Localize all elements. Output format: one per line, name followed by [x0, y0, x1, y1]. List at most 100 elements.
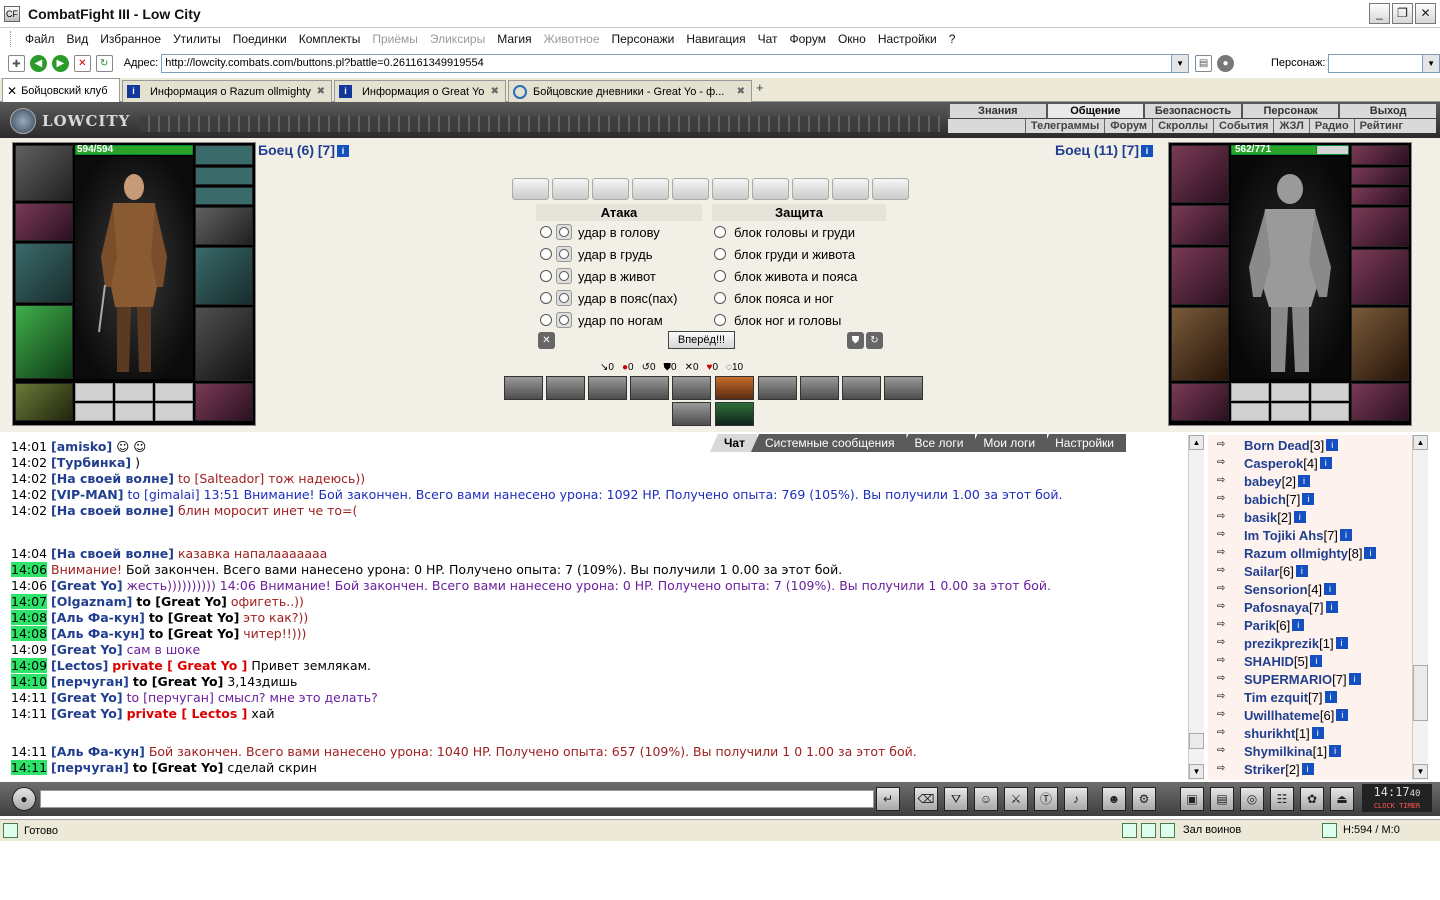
chat-nick[interactable]: [Olgaznam]: [51, 594, 132, 609]
gloves-slot[interactable]: [1351, 207, 1409, 247]
menu-item[interactable]: Файл: [19, 32, 61, 46]
tab-diaries[interactable]: Бойцовские дневники - Great Yo - ф... ✖: [508, 80, 752, 102]
shield-slot[interactable]: [1351, 249, 1409, 305]
translit-icon[interactable]: Ⓣ: [1034, 787, 1058, 811]
persona-select[interactable]: [1328, 53, 1424, 73]
leggings-slot[interactable]: [1351, 307, 1409, 381]
radio-alt-icon[interactable]: [556, 246, 572, 262]
info-icon[interactable]: i: [1364, 547, 1377, 559]
trick-slot[interactable]: [672, 402, 711, 426]
scroll-slot[interactable]: [752, 178, 789, 200]
empty-slot[interactable]: [115, 403, 153, 421]
menu-item[interactable]: Избранное: [94, 32, 167, 46]
user-row[interactable]: ⇨ Born Dead [3] i: [1212, 436, 1339, 454]
chat-nick[interactable]: [Аль Фа-кун]: [51, 626, 145, 641]
menu-item[interactable]: Навигация: [680, 32, 751, 46]
menu-item[interactable]: Чат: [752, 32, 784, 46]
trick-slot[interactable]: [546, 376, 585, 400]
close-tab-icon[interactable]: ✖: [737, 82, 745, 102]
user-name[interactable]: Born Dead: [1244, 438, 1310, 453]
refresh-shield-icon[interactable]: ↻: [866, 332, 883, 349]
radio-icon[interactable]: [714, 248, 726, 260]
radio-alt-icon[interactable]: [556, 290, 572, 306]
boots-slot[interactable]: [195, 383, 253, 421]
scroll-slot[interactable]: [552, 178, 589, 200]
trick-slot[interactable]: [630, 376, 669, 400]
shield-slot[interactable]: [195, 247, 253, 305]
user-row[interactable]: ⇨ Uwillhateme [6] i: [1212, 706, 1349, 724]
users-icon[interactable]: ●: [1217, 54, 1234, 72]
zone-icon-1[interactable]: [1122, 823, 1137, 838]
radio-alt-icon[interactable]: [556, 312, 572, 328]
user-name[interactable]: Uwillhateme: [1244, 708, 1320, 723]
chat-input[interactable]: [40, 790, 874, 808]
chat-nick-name[interactable]: На своей волне: [57, 503, 169, 518]
scroll-thumb[interactable]: [1413, 665, 1428, 721]
radio-icon[interactable]: [540, 226, 552, 238]
refresh-icon[interactable]: ↻: [95, 54, 113, 72]
chat-private[interactable]: private [ Great Yo ]: [112, 658, 247, 673]
smiles-icon[interactable]: ☺: [974, 787, 998, 811]
user-row[interactable]: ⇨ Razum ollmighty [8] i: [1212, 544, 1377, 562]
user-name[interactable]: Tim ezquit: [1244, 690, 1308, 705]
chat-to[interactable]: to [Great Yo]: [149, 610, 240, 625]
user-row[interactable]: ⇨ babich [7] i: [1212, 490, 1315, 508]
scroll-down-icon[interactable]: ▼: [1413, 764, 1428, 779]
weapon-slot[interactable]: [15, 243, 73, 303]
radio-icon[interactable]: [540, 270, 552, 282]
close-tab-icon[interactable]: ✖: [491, 82, 499, 102]
empty-slot[interactable]: [1231, 403, 1269, 421]
user-name[interactable]: Casperok: [1244, 456, 1303, 471]
tab-info-greatyo[interactable]: i Информация о Great Yo ✖: [334, 80, 506, 102]
menu-item[interactable]: Вид: [61, 32, 95, 46]
chat-nick-name[interactable]: Great Yo: [57, 642, 117, 657]
chat-to[interactable]: to [Great Yo]: [133, 674, 224, 689]
chat-nick[interactable]: [На своей волне]: [51, 546, 174, 561]
info-icon[interactable]: i: [1319, 457, 1332, 469]
users-scrollbar[interactable]: ▲ ▼: [1412, 435, 1428, 780]
top-nav-item[interactable]: Знания: [948, 104, 1046, 118]
info-icon[interactable]: i: [1310, 655, 1323, 667]
trick-slot[interactable]: [715, 402, 754, 426]
trick-slot[interactable]: [842, 376, 881, 400]
tab-club[interactable]: ✕ Бойцовский клуб: [2, 78, 120, 102]
scroll-slot[interactable]: [632, 178, 669, 200]
info-icon[interactable]: i: [1324, 691, 1337, 703]
menu-item[interactable]: Поединки: [227, 32, 293, 46]
clear-icon[interactable]: ⌫: [914, 787, 938, 811]
chat-tab[interactable]: Все логи: [900, 434, 976, 452]
user-row[interactable]: ⇨ SUPERMARIO [7] i: [1212, 670, 1361, 688]
chat-nick[interactable]: [Great Yo]: [51, 578, 123, 593]
user-row[interactable]: ⇨ babey [2] i: [1212, 472, 1311, 490]
shield-icon[interactable]: ⛊: [847, 332, 864, 349]
top-nav-item[interactable]: Общение: [1045, 104, 1144, 118]
new-tab-icon[interactable]: +: [756, 81, 770, 96]
menu-item[interactable]: Настройки: [872, 32, 943, 46]
defense-option-1[interactable]: блок головы и груди: [714, 221, 855, 243]
empty-slot[interactable]: [75, 383, 113, 401]
empty-slot[interactable]: [115, 383, 153, 401]
menu-item[interactable]: Окно: [832, 32, 872, 46]
chat-nick-name[interactable]: Great Yo: [57, 706, 117, 721]
chat-to[interactable]: to [Great Yo]: [133, 760, 224, 775]
restore-button[interactable]: ❐: [1392, 3, 1413, 24]
chat-nick-name[interactable]: перчуган: [57, 760, 123, 775]
chat-nick[interactable]: [перчуган]: [51, 760, 129, 775]
sub-nav-item[interactable]: Рейтинг: [1353, 119, 1408, 133]
scroll-slot[interactable]: [592, 178, 629, 200]
user-name[interactable]: SUPERMARIO: [1244, 672, 1332, 687]
empty-slot[interactable]: [1271, 403, 1309, 421]
top-nav-item[interactable]: Персонаж: [1240, 104, 1339, 118]
menu-item[interactable]: Комплекты: [293, 32, 367, 46]
trick-heart-slot[interactable]: [715, 376, 754, 400]
attack-option-head[interactable]: удар в голову: [540, 221, 660, 243]
filter-icon[interactable]: ⛛: [944, 787, 968, 811]
fight-icon[interactable]: ⚔: [1004, 787, 1028, 811]
attack-option-chest[interactable]: удар в грудь: [540, 243, 653, 265]
bracers-slot[interactable]: [15, 203, 73, 241]
left-fighter-name[interactable]: Боец (6) [7] i: [258, 142, 350, 158]
info-icon[interactable]: i: [1326, 439, 1339, 451]
info-icon[interactable]: i: [1339, 529, 1352, 541]
info-icon[interactable]: i: [1325, 601, 1338, 613]
chat-nick-name[interactable]: Olgaznam: [57, 594, 127, 609]
